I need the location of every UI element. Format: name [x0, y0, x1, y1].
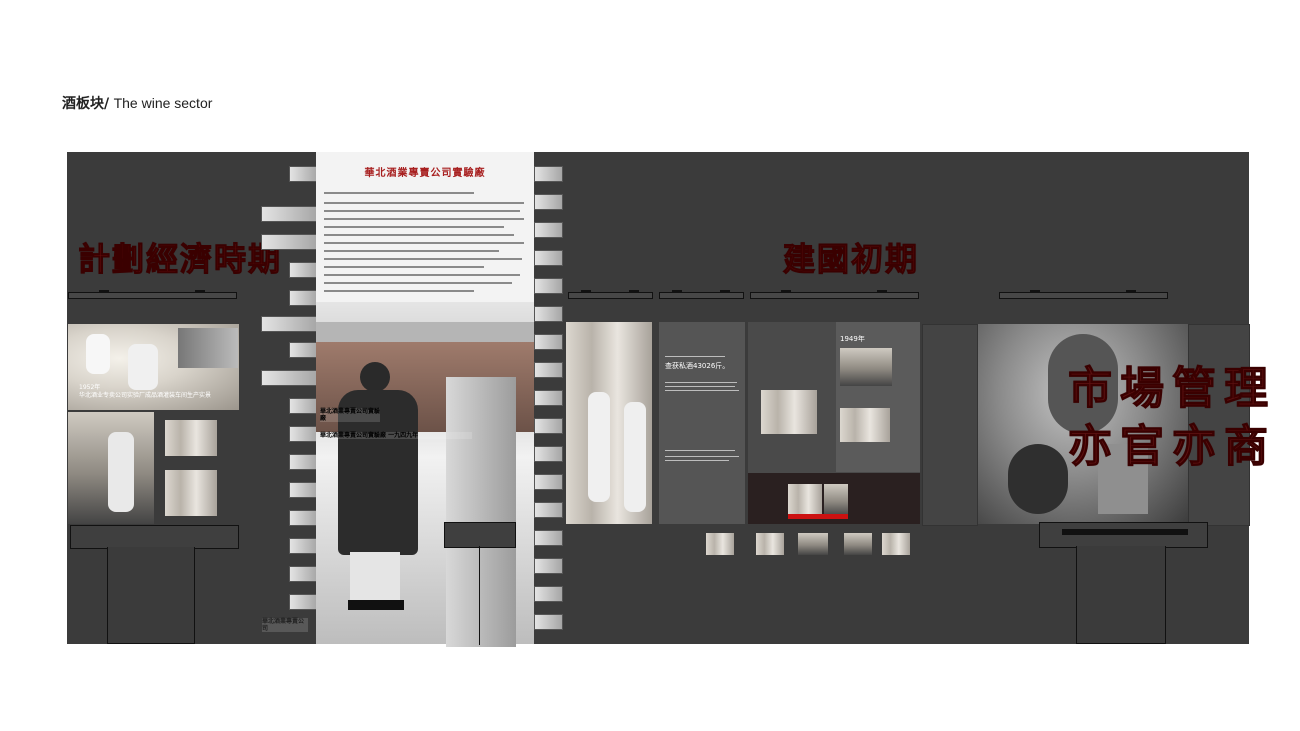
center-stand-leg: [479, 546, 480, 645]
center-tall-photo: 華北酒業專賣公司實驗廠: [316, 152, 534, 647]
right-shelf-1: [568, 290, 653, 299]
center-overlay-caption-1: 華北酒業專賣公司實驗廠: [320, 408, 381, 422]
artifact-thumb-2: [756, 533, 784, 555]
right-stand-leg: [1076, 546, 1166, 644]
left-photo-year: 1952年: [79, 384, 101, 391]
left-mid-photo: [68, 412, 154, 524]
right-stand-top: [1039, 522, 1208, 548]
doc-title: 華北酒業專賣公司實驗廠: [364, 168, 486, 179]
right-dark-panel: [748, 322, 920, 524]
panel-year: 1949年: [840, 335, 865, 343]
artifact-thumb-3: [798, 533, 828, 555]
left-small-photo-1: [165, 420, 217, 456]
center-stand-top: [444, 522, 516, 548]
stone-pillar: [446, 377, 516, 647]
right-shelf-2: [659, 290, 744, 299]
left-small-photo-2: [165, 470, 217, 516]
center-overlay-caption-2: 華北酒業專賣公司實驗廠 一九四九年: [320, 432, 472, 439]
left-heading: 計劃經濟時期: [77, 240, 283, 279]
title-cn: 酒板块/: [62, 96, 110, 112]
artifact-thumb-1: [706, 533, 734, 555]
slogan-line-1: 市場管理: [1068, 363, 1276, 415]
historic-document: 華北酒業專賣公司實驗廠: [316, 152, 534, 302]
historic-figure: [330, 362, 420, 612]
right-text-panel: [659, 322, 745, 524]
left-stand-leg: [107, 547, 195, 644]
title-en: The wine sector: [113, 95, 213, 111]
artifact-thumb-4: [844, 533, 872, 555]
right-heading: 建國初期: [782, 240, 920, 279]
artifact-thumb-5: [882, 533, 910, 555]
right-shelf-4: [999, 290, 1168, 299]
left-photo-caption: 华北酒业专卖公司实验厂成品酒灌装车间生产实景: [79, 392, 212, 399]
panel-headline: 查获私酒43026斤。: [665, 362, 730, 370]
left-stand-top: [70, 525, 239, 549]
right-photo-workers: [566, 322, 652, 524]
left-shelf: [68, 290, 237, 299]
center-bottom-label: 華北酒業專賣公司: [262, 618, 308, 632]
right-shelf-3: [750, 290, 919, 299]
slogan-line-2: 亦官亦商: [1068, 421, 1276, 473]
page-title: 酒板块/ The wine sector: [62, 93, 212, 113]
